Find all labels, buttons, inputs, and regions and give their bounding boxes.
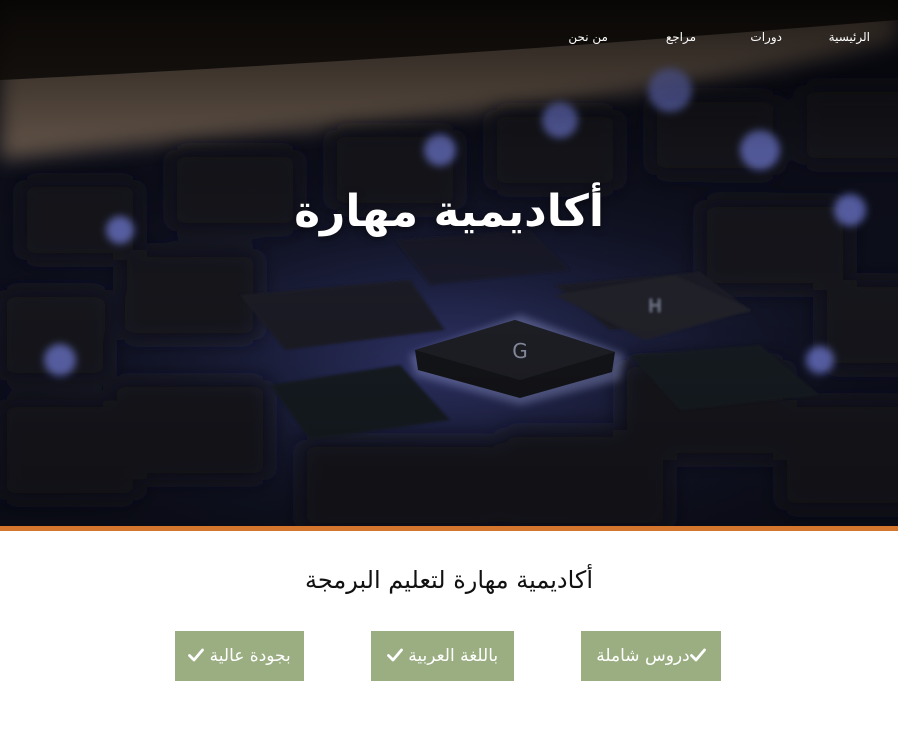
feature-arabic-language[interactable]: باللغة العربية <box>371 631 514 681</box>
feature-label: دروس شاملة <box>596 646 690 666</box>
section-subtitle: أكاديمية مهارة لتعليم البرمجة <box>304 566 593 594</box>
main-navigation: الرئيسية دورات مراجع من نحن <box>538 28 870 46</box>
check-icon <box>689 648 706 662</box>
feature-label: بجودة عالية <box>209 646 291 666</box>
check-icon <box>188 648 205 662</box>
feature-comprehensive-lessons[interactable]: دروس شاملة <box>581 631 721 681</box>
hero-title: أكاديمية مهارة <box>294 186 604 237</box>
feature-high-quality[interactable]: بجودة عالية <box>175 631 304 681</box>
page: G H الرئيسية دورات مراجع من نحن أكاديمية… <box>0 0 898 731</box>
check-icon <box>386 648 403 662</box>
feature-label: باللغة العربية <box>408 646 499 666</box>
accent-divider <box>0 526 898 531</box>
nav-link-about-us[interactable]: من نحن <box>538 28 608 46</box>
nav-link-home[interactable]: الرئيسية <box>782 28 870 46</box>
nav-link-references[interactable]: مراجع <box>608 28 696 46</box>
nav-link-courses[interactable]: دورات <box>696 28 782 46</box>
hero-section: G H الرئيسية دورات مراجع من نحن أكاديمية… <box>0 0 898 526</box>
hero-overlay <box>0 0 898 526</box>
